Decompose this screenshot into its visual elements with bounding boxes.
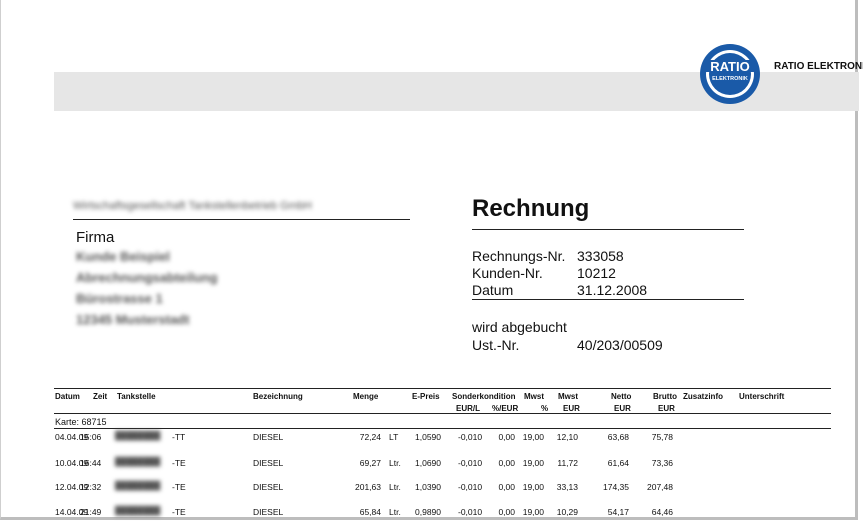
cell-bezeichnung: DIESEL [253, 458, 284, 468]
cell-pct: 0,00 [498, 507, 515, 517]
col-mwst-pct: Mwst [524, 392, 544, 401]
karte-label: Karte: 68715 [55, 417, 107, 427]
title-divider [472, 229, 744, 230]
cell-menge: 69,27 [359, 458, 381, 468]
cell-tankstelle-suffix: -TT [172, 432, 186, 442]
rechnungs-nr-value: 333058 [577, 248, 624, 264]
cell-pct: 0,00 [498, 432, 515, 442]
cell-zeit: 15:06 [80, 432, 102, 442]
sub-eur-l: EUR/L [456, 404, 480, 413]
karte-rule [54, 428, 831, 429]
cell-brutto: 64,46 [651, 507, 673, 517]
cell-brutto: 75,78 [651, 432, 673, 442]
cell-sonder: -0,010 [458, 507, 483, 517]
recipient-line: Abrechnungsabteilung [76, 270, 218, 285]
sub-eur-brutto: EUR [658, 404, 675, 413]
company-name: RATIO ELEKTRONI [774, 61, 863, 72]
col-epreis: E-Preis [412, 392, 440, 401]
ust-label: Ust.-Nr. [472, 337, 520, 353]
cell-bezeichnung: DIESEL [253, 432, 284, 442]
address-divider [73, 219, 410, 220]
svg-text:ELEKTRONIK: ELEKTRONIK [712, 76, 748, 82]
cell-mwst-eur: 33,13 [556, 482, 578, 492]
cell-tankstelle-suffix: -TE [172, 482, 186, 492]
cell-mwst-eur: 11,72 [557, 458, 578, 468]
recipient-line: 12345 Musterstadt [76, 312, 190, 327]
meta-divider [472, 299, 744, 300]
col-bezeichnung: Bezeichnung [253, 392, 303, 401]
cell-bezeichnung: DIESEL [253, 507, 284, 517]
cell-mwst-eur: 12,10 [556, 432, 578, 442]
cell-einheit: Ltr. [389, 482, 401, 492]
redacted-station: ████████ [115, 481, 161, 490]
col-zusatzinfo: Zusatzinfo [683, 392, 723, 401]
cell-tankstelle-suffix: -TE [172, 458, 186, 468]
cell-menge: 72,24 [359, 432, 381, 442]
cell-epreis: 1,0690 [415, 458, 441, 468]
datum-label: Datum [472, 282, 514, 298]
col-unterschrift: Unterschrift [739, 392, 785, 401]
cell-zeit: 21:49 [80, 507, 102, 517]
cell-sonder: -0,010 [458, 432, 483, 442]
cell-brutto: 207,48 [647, 482, 673, 492]
kunden-nr-value: 10212 [577, 265, 616, 281]
payment-text: wird abgebucht [472, 319, 567, 335]
table-header-rule [54, 413, 831, 414]
invoice-title: Rechnung [472, 195, 590, 222]
cell-einheit: Ltr. [389, 507, 401, 517]
cell-sonder: -0,010 [458, 458, 483, 468]
redacted-station: ████████ [115, 506, 161, 515]
col-mwst-eur: Mwst [558, 392, 578, 401]
col-sonderkondition: Sonderkondition [452, 392, 516, 401]
invoice-page: RATIO ELEKTRONIK RATIO ELEKTRONI Wirtsch… [0, 0, 863, 520]
cell-netto: 63,68 [607, 432, 629, 442]
recipient-line: Bürostrasse 1 [76, 291, 163, 306]
cell-netto: 174,35 [603, 482, 629, 492]
col-tankstelle: Tankstelle [117, 392, 156, 401]
sub-pct-eur: %/EUR [492, 404, 519, 413]
cell-mwst-pct: 19,00 [522, 482, 544, 492]
cell-mwst-pct: 19,00 [522, 507, 544, 517]
cell-sonder: -0,010 [458, 482, 483, 492]
cell-epreis: 1,0590 [415, 432, 441, 442]
cell-menge: 201,63 [355, 482, 381, 492]
rechnungs-nr-label: Rechnungs-Nr. [472, 248, 566, 264]
col-netto: Netto [611, 392, 632, 401]
cell-zeit: 12:32 [80, 482, 102, 492]
cell-menge: 65,84 [359, 507, 381, 517]
recipient-firma: Firma [76, 229, 115, 246]
sub-eur-netto: EUR [614, 404, 631, 413]
sub-eur-mwst: EUR [563, 404, 580, 413]
col-zeit: Zeit [93, 392, 108, 401]
cell-mwst-eur: 10,29 [556, 507, 578, 517]
sender-line: Wirtschaftsgesellschaft Tankstellenbetri… [73, 200, 312, 212]
col-menge: Menge [353, 392, 379, 401]
col-datum: Datum [55, 392, 80, 401]
cell-mwst-pct: 19,00 [522, 458, 544, 468]
table-top-rule [54, 388, 831, 389]
cell-bezeichnung: DIESEL [253, 482, 284, 492]
redacted-station: ████████ [115, 457, 161, 466]
cell-netto: 54,17 [607, 507, 629, 517]
cell-tankstelle-suffix: -TE [172, 507, 186, 517]
cell-pct: 0,00 [498, 482, 515, 492]
redacted-station: ████████ [115, 431, 161, 440]
svg-text:RATIO: RATIO [710, 59, 749, 74]
cell-einheit: LT [389, 432, 399, 442]
ratio-logo: RATIO ELEKTRONIK [700, 44, 760, 104]
cell-mwst-pct: 19,00 [522, 432, 544, 442]
cell-epreis: 1,0390 [415, 482, 441, 492]
col-brutto: Brutto [653, 392, 677, 401]
cell-zeit: 16:44 [80, 458, 102, 468]
cell-netto: 61,64 [607, 458, 629, 468]
datum-value: 31.12.2008 [577, 282, 648, 298]
kunden-nr-label: Kunden-Nr. [472, 265, 543, 281]
cell-einheit: Ltr. [389, 458, 401, 468]
cell-pct: 0,00 [498, 458, 515, 468]
sub-pct: % [541, 404, 549, 413]
cell-epreis: 0,9890 [415, 507, 441, 517]
recipient-line: Kunde Beispiel [76, 249, 170, 264]
cell-brutto: 73,36 [651, 458, 673, 468]
ust-value: 40/203/00509 [577, 337, 663, 353]
